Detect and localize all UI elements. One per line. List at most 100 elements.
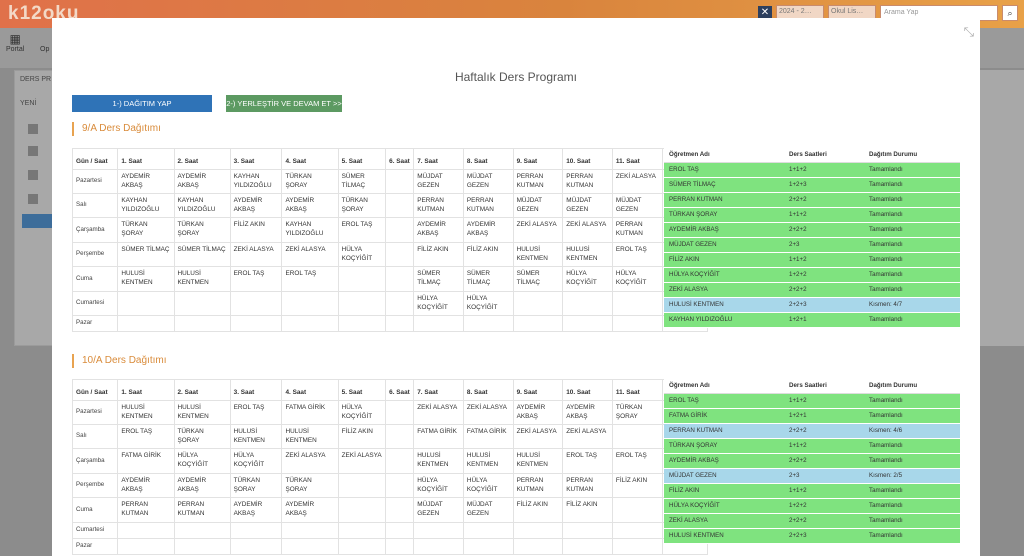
schedule-cell[interactable]: HULUSİ KENTMEN [173, 266, 231, 292]
schedule-cell[interactable]: MÜJDAT GEZEN [562, 193, 613, 218]
schedule-cell[interactable]: SÜMER TİLMAÇ [413, 266, 464, 292]
schedule-cell[interactable] [462, 315, 514, 332]
schedule-cell[interactable]: HÜLYA KOÇYİĞİT [229, 448, 283, 474]
schedule-cell[interactable]: SÜMER TİLMAÇ [117, 242, 175, 267]
schedule-cell[interactable]: ZEKİ ALASYA [281, 448, 339, 474]
schedule-cell[interactable]: PERRAN KUTMAN [562, 169, 613, 194]
schedule-cell[interactable]: AYDEMİR AKBAŞ [512, 400, 564, 425]
schedule-cell[interactable]: AYDEMİR AKBAŞ [117, 169, 175, 194]
schedule-cell[interactable]: PERRAN KUTMAN [462, 193, 514, 218]
teacher-row[interactable]: TÜRKAN ŞORAY 1+1+2 Tamamlandı [664, 438, 960, 454]
schedule-cell[interactable]: HULUSİ KENTMEN [281, 424, 339, 449]
schedule-cell[interactable]: AYDEMİR AKBAŞ [413, 217, 464, 243]
schedule-cell[interactable] [385, 242, 415, 267]
schedule-cell[interactable] [562, 538, 613, 555]
teacher-row[interactable]: MÜJDAT GEZEN 2+3 Kısmen: 2/5 [664, 468, 960, 484]
schedule-cell[interactable] [413, 538, 464, 555]
teacher-row[interactable]: TÜRKAN ŞORAY 1+1+2 Tamamlandı [664, 207, 960, 223]
schedule-cell[interactable]: FATMA GİRİK [117, 448, 175, 474]
schedule-cell[interactable]: TÜRKAN ŞORAY [611, 400, 663, 425]
teacher-row[interactable]: HULUSİ KENTMEN 2+2+3 Kısmen: 4/7 [664, 297, 960, 313]
schedule-cell[interactable]: KAYHAN YILDIZOĞLU [229, 169, 283, 194]
schedule-cell[interactable] [385, 315, 415, 332]
teacher-row[interactable]: MÜJDAT GEZEN 2+3 Tamamlandı [664, 237, 960, 253]
schedule-cell[interactable]: ZEKİ ALASYA [413, 400, 464, 425]
schedule-cell[interactable]: TÜRKAN ŞORAY [281, 473, 339, 498]
schedule-cell[interactable] [337, 473, 387, 498]
schedule-cell[interactable] [229, 522, 283, 539]
teacher-row[interactable]: PERRAN KUTMAN 2+2+2 Kısmen: 4/6 [664, 423, 960, 439]
schedule-cell[interactable]: KAYHAN YILDIZOĞLU [117, 193, 175, 218]
schedule-cell[interactable] [512, 522, 564, 539]
schedule-cell[interactable]: HÜLYA KOÇYİĞİT [413, 291, 464, 316]
teacher-row[interactable]: ZEKİ ALASYA 2+2+2 Tamamlandı [664, 513, 960, 529]
schedule-cell[interactable]: TÜRKAN ŞORAY [173, 217, 231, 243]
schedule-cell[interactable]: TÜRKAN ŞORAY [229, 473, 283, 498]
schedule-cell[interactable] [385, 169, 415, 194]
schedule-cell[interactable] [281, 315, 339, 332]
schedule-cell[interactable]: AYDEMİR AKBAŞ [281, 193, 339, 218]
schedule-cell[interactable] [173, 538, 231, 555]
schedule-cell[interactable]: ZEKİ ALASYA [229, 242, 283, 267]
schedule-cell[interactable]: PERRAN KUTMAN [611, 217, 663, 243]
schedule-cell[interactable]: FİLİZ AKIN [562, 497, 613, 523]
schedule-cell[interactable]: PERRAN KUTMAN [413, 193, 464, 218]
schedule-cell[interactable]: AYDEMİR AKBAŞ [229, 497, 283, 523]
schedule-cell[interactable]: PERRAN KUTMAN [562, 473, 613, 498]
schedule-cell[interactable]: HÜLYA KOÇYİĞİT [462, 291, 514, 316]
schedule-cell[interactable] [462, 538, 514, 555]
schedule-cell[interactable]: ZEKİ ALASYA [512, 424, 564, 449]
schedule-cell[interactable]: FİLİZ AKIN [462, 242, 514, 267]
schedule-cell[interactable]: FİLİZ AKIN [512, 497, 564, 523]
schedule-cell[interactable]: FATMA GİRİK [281, 400, 339, 425]
schedule-cell[interactable] [385, 193, 415, 218]
schedule-cell[interactable]: HÜLYA KOÇYİĞİT [173, 448, 231, 474]
schedule-cell[interactable]: EROL TAŞ [562, 448, 613, 474]
distribute-button[interactable]: 1-) DAĞITIM YAP [72, 95, 212, 112]
schedule-cell[interactable]: MÜJDAT GEZEN [462, 169, 514, 194]
schedule-cell[interactable]: PERRAN KUTMAN [117, 497, 175, 523]
teacher-row[interactable]: AYDEMİR AKBAŞ 2+2+2 Tamamlandı [664, 453, 960, 469]
schedule-cell[interactable]: ZEKİ ALASYA [281, 242, 339, 267]
schedule-cell[interactable]: PERRAN KUTMAN [173, 497, 231, 523]
teacher-row[interactable]: HÜLYA KOÇYİĞİT 1+2+2 Tamamlandı [664, 267, 960, 283]
schedule-cell[interactable]: AYDEMİR AKBAŞ [173, 473, 231, 498]
schedule-cell[interactable]: SÜMER TİLMAÇ [462, 266, 514, 292]
teacher-row[interactable]: EROL TAŞ 1+1+2 Tamamlandı [664, 162, 960, 178]
schedule-cell[interactable] [385, 291, 415, 316]
schedule-cell[interactable] [611, 315, 663, 332]
schedule-cell[interactable]: HULUSİ KENTMEN [462, 448, 514, 474]
schedule-cell[interactable] [562, 315, 613, 332]
schedule-cell[interactable]: ZEKİ ALASYA [562, 424, 613, 449]
teacher-row[interactable]: AYDEMİR AKBAŞ 2+2+2 Tamamlandı [664, 222, 960, 238]
schedule-cell[interactable]: KAYHAN YILDIZOĞLU [173, 193, 231, 218]
schedule-cell[interactable]: FİLİZ AKIN [337, 424, 387, 449]
schedule-cell[interactable]: HÜLYA KOÇYİĞİT [413, 473, 464, 498]
schedule-cell[interactable]: HÜLYA KOÇYİĞİT [462, 473, 514, 498]
schedule-cell[interactable]: MÜJDAT GEZEN [462, 497, 514, 523]
portal-nav-item[interactable]: ▦ Portal [6, 32, 24, 53]
schedule-cell[interactable]: MÜJDAT GEZEN [413, 169, 464, 194]
schedule-cell[interactable]: EROL TAŞ [281, 266, 339, 292]
schedule-cell[interactable] [229, 315, 283, 332]
schedule-cell[interactable]: HULUSİ KENTMEN [117, 266, 175, 292]
schedule-cell[interactable] [385, 497, 415, 523]
schedule-cell[interactable]: AYDEMİR AKBAŞ [229, 193, 283, 218]
schedule-cell[interactable]: SÜMER TİLMAÇ [173, 242, 231, 267]
schedule-cell[interactable]: HULUSİ KENTMEN [173, 400, 231, 425]
schedule-cell[interactable] [512, 538, 564, 555]
schedule-cell[interactable]: AYDEMİR AKBAŞ [117, 473, 175, 498]
teacher-row[interactable]: HÜLYA KOÇYİĞİT 1+2+2 Tamamlandı [664, 498, 960, 514]
schedule-cell[interactable] [385, 400, 415, 425]
schedule-cell[interactable] [117, 315, 175, 332]
schedule-cell[interactable] [385, 538, 415, 555]
schedule-cell[interactable]: HULUSİ KENTMEN [512, 242, 564, 267]
schedule-cell[interactable]: FİLİZ AKIN [413, 242, 464, 267]
schedule-cell[interactable]: HULUSİ KENTMEN [562, 242, 613, 267]
schedule-cell[interactable] [385, 448, 415, 474]
schedule-cell[interactable]: ZEKİ ALASYA [337, 448, 387, 474]
schedule-cell[interactable] [611, 538, 663, 555]
schedule-cell[interactable] [281, 291, 339, 316]
schedule-cell[interactable] [385, 266, 415, 292]
schedule-cell[interactable]: HÜLYA KOÇYİĞİT [337, 400, 387, 425]
